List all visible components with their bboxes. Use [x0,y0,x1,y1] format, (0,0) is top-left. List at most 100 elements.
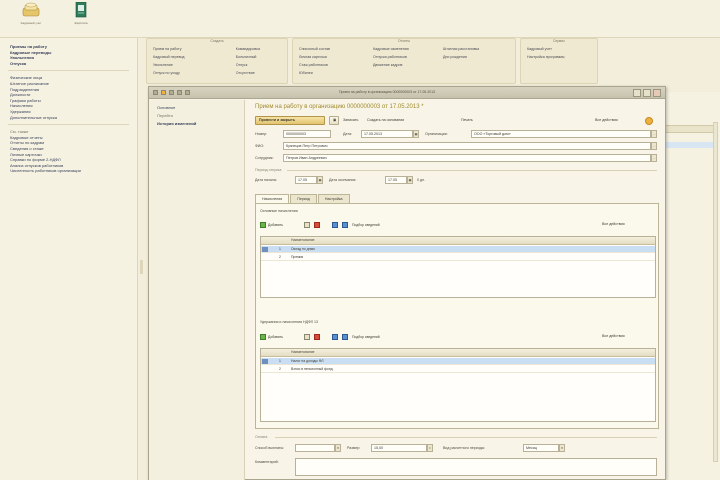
pay-method-field[interactable] [295,444,335,452]
column-header-name[interactable]: Наименование [291,238,315,242]
organization-field[interactable]: ООО «Торговый дом» [471,130,651,138]
function-link[interactable]: Отпуск по уходу [153,69,228,77]
add-icon[interactable] [260,222,266,228]
toolbar-button-salary[interactable]: Зарплата [64,1,98,36]
period-to-field[interactable]: 17.05 [385,176,407,184]
pick-button[interactable]: Подбор сведений [352,333,380,341]
add-icon[interactable] [260,334,266,340]
table-row[interactable]: 2 Премия [261,254,655,261]
function-link[interactable]: Списочный состав [299,45,365,53]
window-menu-icon[interactable] [153,90,158,95]
move-up-icon[interactable] [332,334,338,340]
calendar-icon[interactable]: ▦ [317,176,323,184]
rate-field[interactable]: 15,00 [371,444,427,452]
pane-splitter[interactable] [140,260,143,274]
toolbar-button-hr[interactable]: Кадровый учет [14,2,48,36]
minimize-icon[interactable] [633,89,641,97]
function-link[interactable]: Отпуск [236,61,281,69]
number-label: Номер: [255,132,268,136]
person-field[interactable]: Кузнецов Петр Петрович [283,142,651,150]
tab-period[interactable]: Период [290,194,317,203]
select-icon[interactable]: … [651,130,657,138]
section-link[interactable]: Отпуска [0,61,137,67]
calculator-icon[interactable]: = [427,444,433,452]
period-kind-field[interactable]: Месяц [523,444,559,452]
dropdown-icon[interactable]: ▾ [559,444,565,452]
maximize-icon[interactable] [643,89,651,97]
window-title: Прием на работу в организацию 0000000003… [339,90,435,94]
function-link[interactable]: Увольнение [153,61,228,69]
print-button[interactable]: Печать [461,116,473,125]
table-row[interactable]: 1 Оклад по дням [261,246,655,253]
back-arrow-icon[interactable] [169,90,174,95]
row-name: Премия [291,255,304,259]
calendar-icon[interactable]: ▦ [407,176,413,184]
function-link[interactable]: Штатная расстановка [443,45,505,53]
rate-label: Размер: [347,446,361,450]
move-down-icon[interactable] [342,222,348,228]
table-header: Наименование [261,349,655,357]
column-header-name[interactable]: Наименование [291,350,315,354]
doc-nav-item-main[interactable]: Основное [149,104,244,112]
tab-accruals[interactable]: Начисления [255,194,290,203]
section-link[interactable]: Дополнительные отпуска [0,115,137,121]
doc-nav-item-history[interactable]: История изменений [149,120,244,128]
forward-arrow-icon[interactable] [177,90,182,95]
close-icon[interactable] [653,89,661,97]
function-group-service: Сервис Кадровый учет Настройка программы [520,38,598,84]
write-button[interactable]: Записать [343,116,358,125]
add-button[interactable]: Добавить [268,221,283,229]
period-group-title: Период отпуска [255,168,282,172]
pick-button[interactable]: Подбор сведений [352,221,380,229]
toolbar-button-label: Зарплата [74,21,88,25]
function-link[interactable]: Стаж работников [299,61,365,69]
function-link[interactable]: Кадровый перевод [153,53,228,61]
all-actions-button[interactable]: Все действия [602,334,625,338]
function-link[interactable]: Прием на работу [153,45,228,53]
scrollbar[interactable] [713,122,718,462]
dropdown-icon[interactable]: ▾ [335,444,341,452]
function-link[interactable]: Кадровые изменения [373,45,435,53]
select-icon[interactable]: … [651,154,657,162]
function-link[interactable]: Больничный [236,53,281,61]
post-and-close-button[interactable]: Провести и закрыть [255,116,325,125]
section-link[interactable]: Численность работников организации [0,168,137,174]
table-row[interactable]: 1 Налог на доходы ФЛ [261,358,655,365]
function-link[interactable]: Движение кадров [373,61,435,69]
current-row-marker [262,359,268,364]
period-from-field[interactable]: 17.05 [295,176,317,184]
create-based-on-button[interactable]: Создать на основании [367,116,404,125]
copy-icon[interactable] [304,334,310,340]
number-field[interactable]: 0000000003 [283,130,331,138]
copy-icon[interactable] [304,222,310,228]
delete-icon[interactable] [314,334,320,340]
function-link[interactable]: Командировка [236,45,281,53]
tab-settings[interactable]: Настройка [317,194,350,203]
folder-stack-icon [22,2,40,17]
function-link[interactable]: Юбилеи [299,69,365,77]
all-actions-button[interactable]: Все действия [595,116,618,125]
save-icon[interactable]: ▣ [329,116,339,125]
delete-icon[interactable] [314,222,320,228]
calendar-icon[interactable]: ▦ [413,130,419,138]
function-link[interactable]: Личная карточка [299,53,365,61]
date-field[interactable]: 17.05.2013 [361,130,413,138]
link-icon[interactable] [185,90,190,95]
function-link[interactable]: Настройка программы [527,53,591,61]
move-down-icon[interactable] [342,334,348,340]
select-icon[interactable]: … [651,142,657,150]
function-link[interactable]: Отпуска работников [373,53,435,61]
add-button[interactable]: Добавить [268,333,283,341]
function-link[interactable]: Отсутствие [236,69,281,77]
employee-field[interactable]: Петров Иван Андреевич [283,154,651,162]
comment-label: Комментарий: [255,460,279,464]
all-actions-button[interactable]: Все действия [602,222,625,226]
help-icon[interactable] [645,117,653,125]
function-link[interactable]: Дни рождения [443,53,505,61]
comment-field[interactable] [295,458,657,476]
star-icon[interactable] [161,90,166,95]
table-row[interactable]: 2 Взнос в пенсионный фонд [261,366,655,373]
move-up-icon[interactable] [332,222,338,228]
window-titlebar[interactable]: Прием на работу в организацию 0000000003… [149,87,665,99]
function-link[interactable]: Кадровый учет [527,45,591,53]
